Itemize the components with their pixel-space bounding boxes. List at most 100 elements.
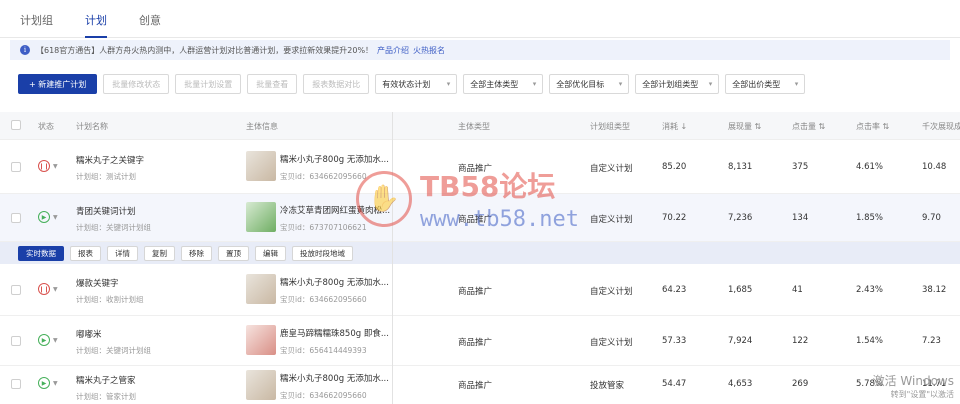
product-thumbnail <box>246 151 276 181</box>
product-title[interactable]: 糯米小丸子800g 无添加水... <box>280 372 389 384</box>
group-type: 自定义计划 <box>590 338 633 348</box>
ctr-value: 4.61% <box>856 162 884 172</box>
status-toggle[interactable]: ▶ ▼ <box>38 211 58 223</box>
chevron-down-icon: ▾ <box>446 80 451 88</box>
plan-group-label: 计划组：收割计划组 <box>76 295 144 304</box>
impressions-value: 7,924 <box>728 336 753 346</box>
product-intro-link[interactable]: 产品介绍 <box>377 45 409 56</box>
frozen-column-divider <box>392 112 393 404</box>
group-type: 投放管家 <box>590 381 625 391</box>
schedule-region-button[interactable]: 投放时段地域 <box>292 245 353 261</box>
plan-name-link[interactable]: 青团关键词计划 <box>76 205 151 217</box>
remove-button[interactable]: 移除 <box>181 245 212 261</box>
product-thumbnail <box>246 370 276 400</box>
plan-name-link[interactable]: 爆款关键字 <box>76 277 144 289</box>
optimize-target-value: 全部优化目标 <box>556 79 605 89</box>
status-toggle[interactable]: ❙❙ ▼ <box>38 283 58 295</box>
product-title[interactable]: 冷冻艾草青团网红蛋黄肉松... <box>280 204 390 216</box>
status-toggle[interactable]: ❙❙ ▼ <box>38 160 58 172</box>
plan-name-cell: 青团关键词计划 计划组：关键词计划组 <box>76 205 151 233</box>
row-checkbox[interactable] <box>11 336 21 346</box>
tab-plan-group[interactable]: 计划组 <box>20 12 53 37</box>
chevron-down-icon: ▾ <box>794 80 799 88</box>
header-cost[interactable]: 消耗 ↓ <box>662 121 687 132</box>
edit-button[interactable]: 编辑 <box>255 245 286 261</box>
select-all-checkbox[interactable] <box>11 120 21 130</box>
product-title[interactable]: 鹿皇马蹄糯糯珠850g 即食... <box>280 327 389 339</box>
plan-name-link[interactable]: 糯米丸子之管家 <box>76 374 136 386</box>
realtime-data-button[interactable]: 实时数据 <box>18 245 64 261</box>
status-toggle[interactable]: ▶ ▼ <box>38 334 58 346</box>
header-impressions[interactable]: 展现量 ⇅ <box>728 121 761 132</box>
subject-type-select[interactable]: 全部主体类型 ▾ <box>463 74 544 94</box>
clicks-value: 269 <box>792 379 809 389</box>
row-checkbox[interactable] <box>11 379 21 389</box>
clicks-value: 375 <box>792 162 809 172</box>
pause-icon: ❙❙ <box>38 160 50 172</box>
caret-down-icon: ▼ <box>53 213 58 221</box>
table-row: ▶ ▼ 嘟嘟米 计划组：关键词计划组 鹿皇马蹄糯糯珠850g 即食... 宝贝id… <box>0 316 960 366</box>
plan-name-cell: 嘟嘟米 计划组：关键词计划组 <box>76 328 151 356</box>
tab-creative[interactable]: 创意 <box>139 12 161 37</box>
report-compare-button[interactable]: 报表数据对比 <box>303 74 370 94</box>
table-row: ▶ ▼ 糯米丸子之管家 计划组：管家计划 糯米小丸子800g 无添加水... 宝贝… <box>0 366 960 404</box>
toolbar: + 新建推广计划 批量修改状态 批量计划设置 批量查看 报表数据对比 有效状态计… <box>18 73 960 95</box>
notice-text: 【618官方通告】人群方舟火热内测中，人群运营计划对比普通计划，要求拉新效果提升… <box>36 45 374 55</box>
plan-group-label: 计划组：关键词计划组 <box>76 223 151 232</box>
header-group-type: 计划组类型 <box>590 122 630 131</box>
play-icon: ▶ <box>38 334 50 346</box>
header-ctr[interactable]: 点击率 ⇅ <box>856 121 889 132</box>
product-thumbnail <box>246 325 276 355</box>
row-checkbox[interactable] <box>11 162 21 172</box>
subject-type: 商品推广 <box>458 215 493 225</box>
chevron-down-icon: ▾ <box>532 80 537 88</box>
new-plan-button[interactable]: + 新建推广计划 <box>18 74 98 94</box>
subject-type-value: 全部主体类型 <box>470 79 519 89</box>
cost-value: 64.23 <box>662 285 687 295</box>
product-thumbnail <box>246 202 276 232</box>
plan-name-link[interactable]: 糯米丸子之关键字 <box>76 154 144 166</box>
product-title[interactable]: 糯米小丸子800g 无添加水... <box>280 276 389 288</box>
header-subject-info: 主体信息 <box>246 122 278 131</box>
copy-button[interactable]: 复制 <box>144 245 175 261</box>
activation-hint: 转到"设置"以激活 <box>890 390 954 399</box>
header-clicks[interactable]: 点击量 ⇅ <box>792 121 825 132</box>
group-type: 自定义计划 <box>590 287 633 297</box>
clicks-value: 134 <box>792 213 809 223</box>
optimize-target-select[interactable]: 全部优化目标 ▾ <box>549 74 630 94</box>
cost-value: 70.22 <box>662 213 687 223</box>
status-toggle[interactable]: ▶ ▼ <box>38 377 58 389</box>
details-button[interactable]: 详情 <box>107 245 138 261</box>
group-type: 自定义计划 <box>590 164 633 174</box>
plan-group-label: 计划组：关键词计划组 <box>76 346 151 355</box>
ctr-value: 1.85% <box>856 213 884 223</box>
plan-name-cell: 爆款关键字 计划组：收割计划组 <box>76 277 144 305</box>
row-checkbox[interactable] <box>11 285 21 295</box>
product-info: 糯米小丸子800g 无添加水... 宝贝id：634662095660 <box>280 372 389 401</box>
ctr-value: 2.43% <box>856 285 884 295</box>
row-checkbox[interactable] <box>11 213 21 223</box>
cost-value: 85.20 <box>662 162 687 172</box>
table-row: ▶ ▼ 青团关键词计划 计划组：关键词计划组 冷冻艾草青团网红蛋黄肉松... 宝贝… <box>0 194 960 242</box>
batch-settings-button[interactable]: 批量计划设置 <box>175 74 242 94</box>
impressions-value: 4,653 <box>728 379 753 389</box>
product-info: 糯米小丸子800g 无添加水... 宝贝id：634662095660 <box>280 153 389 182</box>
report-button[interactable]: 报表 <box>70 245 101 261</box>
pin-top-button[interactable]: 置顶 <box>218 245 249 261</box>
product-id: 宝贝id：656414449393 <box>280 346 367 355</box>
plan-group-type-value: 全部计划组类型 <box>642 79 699 89</box>
cost-value: 57.33 <box>662 336 687 346</box>
product-title[interactable]: 糯米小丸子800g 无添加水... <box>280 153 389 165</box>
info-icon: i <box>20 45 30 55</box>
bid-type-select[interactable]: 全部出价类型 ▾ <box>725 74 806 94</box>
tab-plan[interactable]: 计划 <box>85 12 107 38</box>
signup-link[interactable]: 火热报名 <box>413 45 445 56</box>
plan-name-link[interactable]: 嘟嘟米 <box>76 328 151 340</box>
batch-view-button[interactable]: 批量查看 <box>247 74 298 94</box>
product-thumbnail <box>246 274 276 304</box>
product-id: 宝贝id：634662095660 <box>280 295 367 304</box>
caret-down-icon: ▼ <box>53 336 58 344</box>
plan-group-type-select[interactable]: 全部计划组类型 ▾ <box>635 74 720 94</box>
status-filter-select[interactable]: 有效状态计划 ▾ <box>375 74 458 94</box>
batch-status-button[interactable]: 批量修改状态 <box>103 74 170 94</box>
